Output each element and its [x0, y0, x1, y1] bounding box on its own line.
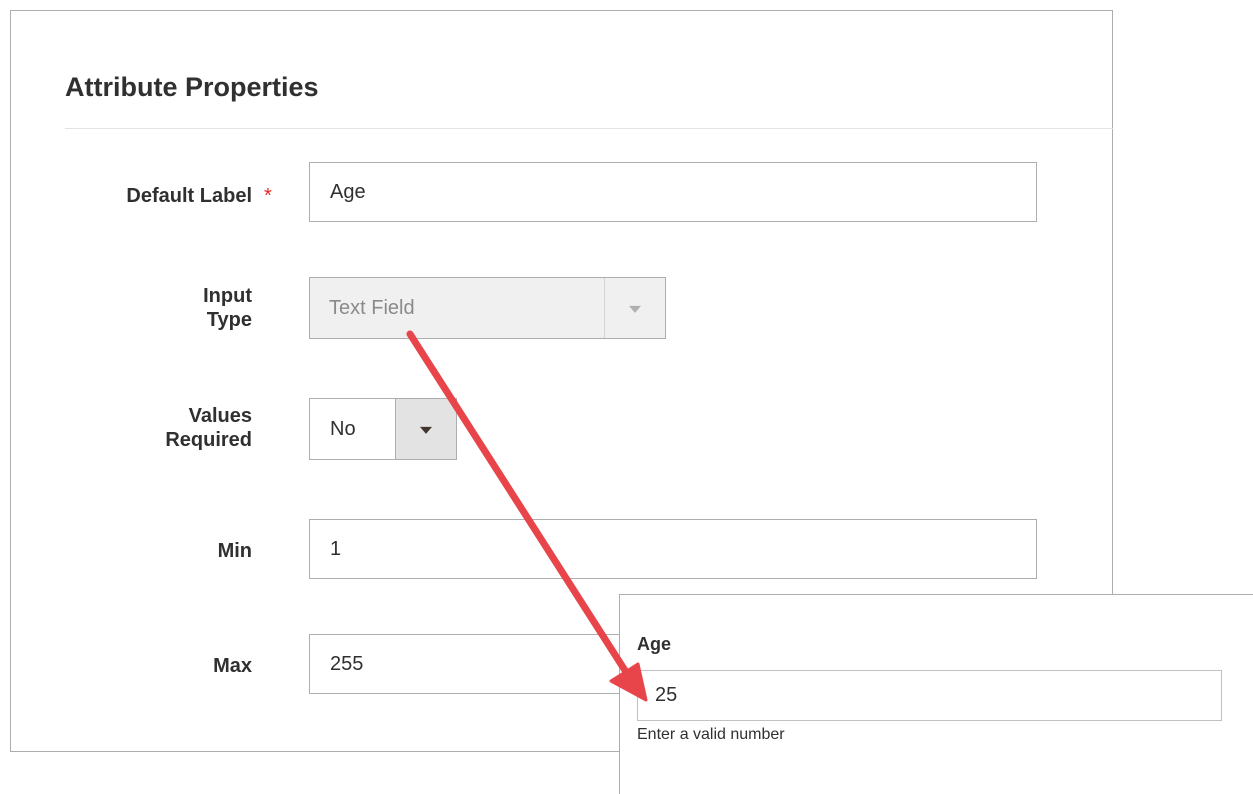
values-required-label-line2: Required — [165, 429, 252, 451]
section-title: Attribute Properties — [65, 72, 319, 102]
title-divider — [65, 128, 1113, 129]
storefront-preview-card: Age Enter a valid number — [619, 594, 1253, 794]
input-type-value: Text Field — [329, 297, 415, 319]
default-label-input[interactable] — [309, 162, 1037, 222]
chevron-down-icon — [629, 305, 641, 313]
input-type-select: Text Field — [309, 277, 666, 339]
values-required-label: Values Required — [60, 404, 252, 452]
preview-validation-hint: Enter a valid number — [637, 726, 785, 743]
min-input[interactable] — [309, 519, 1037, 579]
max-label: Max — [213, 655, 252, 677]
input-type-select-toggle — [604, 278, 665, 338]
input-type-label-line1: Input — [203, 285, 252, 307]
required-star: * — [264, 185, 272, 207]
values-required-select[interactable]: No — [309, 398, 457, 460]
default-label-label: Default Label — [126, 185, 252, 207]
preview-field-label: Age — [637, 634, 672, 654]
preview-age-input[interactable] — [637, 670, 1222, 721]
chevron-down-icon — [420, 426, 432, 434]
input-type-label-line2: Type — [206, 309, 252, 331]
values-required-select-toggle[interactable] — [395, 399, 456, 459]
min-label: Min — [217, 540, 252, 562]
input-type-label: Input Type — [60, 284, 252, 332]
values-required-label-line1: Values — [188, 405, 252, 427]
values-required-value: No — [330, 418, 356, 440]
